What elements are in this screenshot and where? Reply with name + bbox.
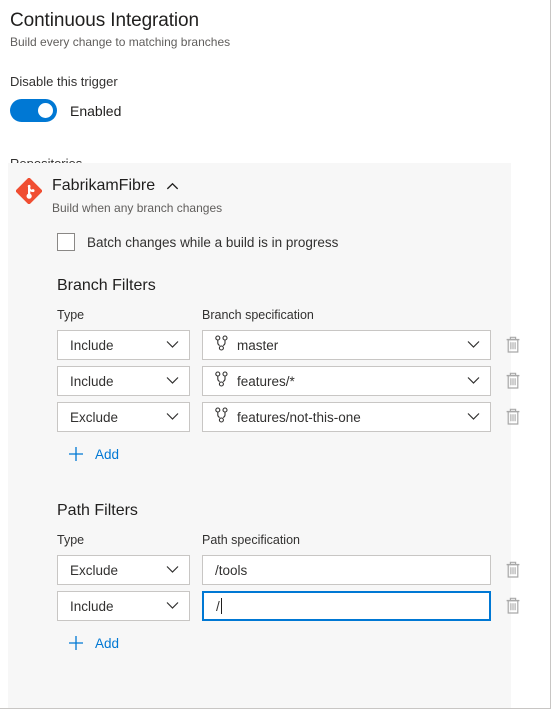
branch-type-column-header: Type <box>57 308 85 322</box>
branch-filter-spec-value-2: features/not-this-one <box>237 409 361 425</box>
table-row: Exclude /tools <box>57 555 520 585</box>
git-branch-icon <box>215 334 228 356</box>
disable-trigger-label: Disable this trigger <box>10 74 118 89</box>
chevron-down-icon <box>467 376 480 385</box>
path-filters-section: Path Filters Type Path specification Exc… <box>57 500 520 621</box>
branch-filters-column-headers: Type Branch specification <box>57 307 511 324</box>
enable-trigger-toggle-row[interactable]: Enabled <box>10 99 540 122</box>
path-filter-spec-input-1[interactable]: / <box>202 591 491 621</box>
delete-path-filter-1[interactable] <box>504 596 522 616</box>
table-row: Include / <box>57 591 520 621</box>
path-filter-type-select-0[interactable]: Exclude <box>57 555 190 585</box>
batch-changes-checkbox[interactable] <box>57 233 75 251</box>
add-path-filter-label: Add <box>95 635 120 651</box>
branch-filter-spec-2[interactable]: features/not-this-one <box>202 402 491 432</box>
toggle-knob <box>38 103 53 118</box>
repository-name-row[interactable]: FabrikamFibre <box>52 175 222 197</box>
add-branch-filter-label: Add <box>95 446 120 462</box>
table-row: Include features/* <box>57 366 520 396</box>
path-spec-column-header: Path specification <box>202 533 300 547</box>
repository-texts: FabrikamFibre Build when any branch chan… <box>52 175 222 217</box>
branch-filters-section: Branch Filters Type Branch specification… <box>57 275 520 432</box>
page-title: Continuous Integration <box>10 10 199 31</box>
path-filters-column-headers: Type Path specification <box>57 532 511 549</box>
ci-trigger-panel: Continuous Integration Build every chang… <box>0 0 551 709</box>
enable-trigger-toggle[interactable] <box>10 99 57 122</box>
git-repo-icon <box>15 177 43 205</box>
branch-filter-type-select-0[interactable]: Include <box>57 330 190 360</box>
chevron-down-icon <box>467 412 480 421</box>
repository-card: FabrikamFibre Build when any branch chan… <box>8 163 520 708</box>
page-subtitle: Build every change to matching branches <box>10 35 231 49</box>
path-filters-title: Path Filters <box>57 502 138 519</box>
chevron-down-icon <box>166 565 179 574</box>
branch-filter-spec-value-1: features/* <box>237 373 295 389</box>
table-row: Exclude features/not-this-one <box>57 402 520 432</box>
repository-name: FabrikamFibre <box>52 177 156 194</box>
toggle-state-label: Enabled <box>70 102 122 119</box>
chevron-up-icon[interactable] <box>166 180 179 193</box>
chevron-down-icon <box>166 601 179 610</box>
batch-changes-label: Batch changes while a build is in progre… <box>87 234 339 250</box>
chevron-down-icon <box>166 376 179 385</box>
table-row: Include master <box>57 330 520 360</box>
branch-filter-type-value-2: Exclude <box>70 409 119 425</box>
git-branch-icon <box>215 406 228 428</box>
branch-filter-spec-value-0: master <box>237 337 279 353</box>
branch-filter-spec-1[interactable]: features/* <box>202 366 491 396</box>
path-filter-spec-value-0: /tools <box>215 562 248 578</box>
branch-filters-title: Branch Filters <box>57 277 156 294</box>
path-type-column-header: Type <box>57 533 85 547</box>
delete-path-filter-0[interactable] <box>504 560 522 580</box>
repository-description: Build when any branch changes <box>52 201 223 215</box>
plus-icon <box>68 446 84 462</box>
branch-filter-type-value-0: Include <box>70 337 114 353</box>
delete-branch-filter-2[interactable] <box>504 407 522 427</box>
path-filter-type-value-1: Include <box>70 598 114 614</box>
delete-branch-filter-0[interactable] <box>504 335 522 355</box>
plus-icon <box>68 635 84 651</box>
branch-filter-type-value-1: Include <box>70 373 114 389</box>
branch-spec-column-header: Branch specification <box>202 308 314 322</box>
path-filter-spec-value-1: / <box>216 598 220 614</box>
branch-filter-type-select-2[interactable]: Exclude <box>57 402 190 432</box>
path-filter-spec-input-0[interactable]: /tools <box>202 555 491 585</box>
add-path-filter-button[interactable]: Add <box>68 635 119 651</box>
chevron-down-icon <box>467 340 480 349</box>
chevron-down-icon <box>166 412 179 421</box>
path-filter-type-value-0: Exclude <box>70 562 119 578</box>
branch-filter-spec-0[interactable]: master <box>202 330 491 360</box>
path-filter-type-select-1[interactable]: Include <box>57 591 190 621</box>
text-cursor <box>220 598 222 614</box>
branch-filter-type-select-1[interactable]: Include <box>57 366 190 396</box>
batch-changes-checkbox-row[interactable]: Batch changes while a build is in progre… <box>57 233 511 251</box>
git-branch-icon <box>215 370 228 392</box>
chevron-down-icon <box>166 340 179 349</box>
add-branch-filter-button[interactable]: Add <box>68 446 119 462</box>
repository-header: FabrikamFibre Build when any branch chan… <box>8 163 511 217</box>
panel-header: Continuous Integration Build every chang… <box>0 0 550 122</box>
delete-branch-filter-1[interactable] <box>504 371 522 391</box>
